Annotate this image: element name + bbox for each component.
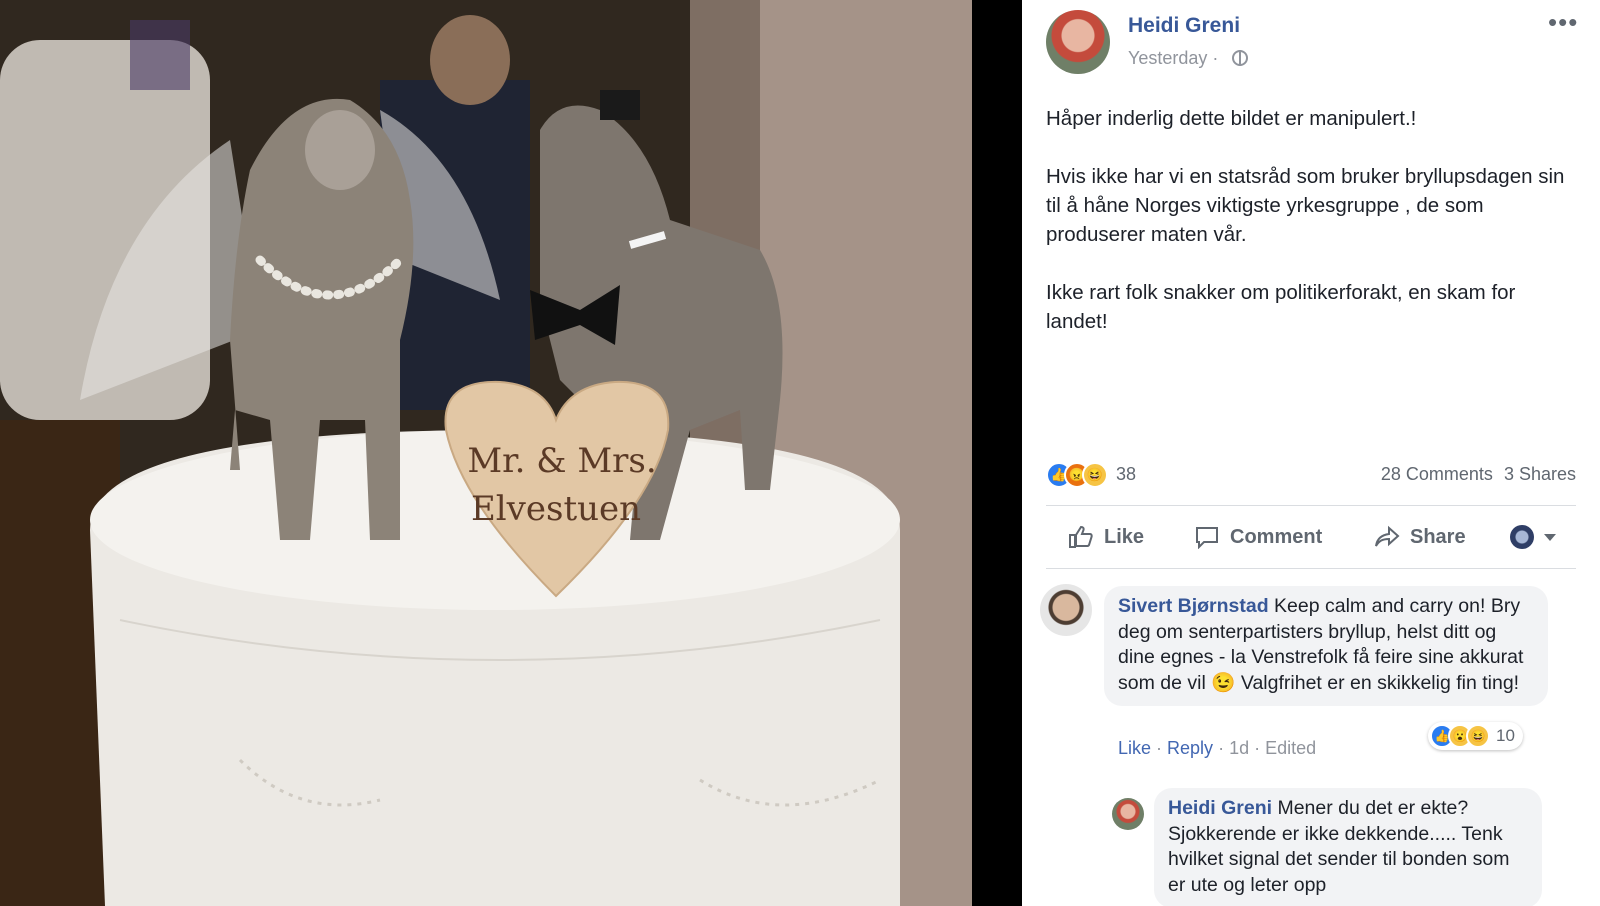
post-panel: Heidi Greni Yesterday · ••• Håper inderl… <box>1022 0 1600 906</box>
comment-meta: Like · Reply · 1d · Edited <box>1118 738 1317 758</box>
audience-selector[interactable] <box>1510 520 1556 554</box>
thumbs-up-icon <box>1069 525 1093 548</box>
reply-author-avatar[interactable] <box>1112 798 1144 830</box>
share-label: Share <box>1410 525 1466 548</box>
comment-age[interactable]: 1d <box>1229 738 1249 758</box>
author-name[interactable]: Heidi Greni <box>1128 14 1240 38</box>
globe-icon <box>1232 50 1248 66</box>
more-options-icon[interactable]: ••• <box>1548 9 1578 35</box>
like-button[interactable]: Like <box>1068 520 1144 554</box>
like-label: Like <box>1104 525 1145 548</box>
share-icon <box>1375 525 1400 547</box>
page-avatar-icon <box>1510 525 1534 549</box>
haha-reaction-icon: 😆 <box>1082 462 1108 488</box>
comment-reaction-count: 10 <box>1496 726 1515 745</box>
topper-line-2: Elvestuen <box>471 489 641 529</box>
post-body: Håper inderlig dette bildet er manipuler… <box>1046 107 1565 333</box>
reply-bubble: Heidi Greni Mener du det er ekte? Sjokke… <box>1154 788 1542 906</box>
comment-like-link[interactable]: Like <box>1118 738 1151 758</box>
comment-button[interactable]: Comment <box>1194 520 1322 554</box>
engagement-counts: 28 Comments 3 Shares <box>1375 464 1576 485</box>
comment-icon <box>1196 527 1218 549</box>
comments-count[interactable]: 28 Comments <box>1381 464 1493 484</box>
post-photo[interactable]: Mr. & Mrs. Elvestuen <box>0 0 972 906</box>
comment-label: Comment <box>1230 525 1323 548</box>
topper-line-1: Mr. & Mrs. <box>467 441 656 481</box>
comment-bubble: Sivert Bjørnstad Keep calm and carry on!… <box>1104 586 1548 706</box>
share-button[interactable]: Share <box>1374 520 1466 554</box>
haha-reaction-icon: 😆 <box>1466 724 1490 748</box>
divider <box>1046 568 1576 569</box>
reaction-count: 38 <box>1116 464 1137 484</box>
comment-edited[interactable]: Edited <box>1265 738 1316 758</box>
reply-author-name[interactable]: Heidi Greni <box>1168 797 1272 819</box>
photo-viewer: Mr. & Mrs. Elvestuen <box>0 0 1022 906</box>
photo-illustration: Mr. & Mrs. Elvestuen <box>0 0 972 906</box>
chevron-down-icon <box>1544 533 1556 541</box>
author-avatar[interactable] <box>1046 10 1110 74</box>
shares-count[interactable]: 3 Shares <box>1504 464 1576 484</box>
comment-reactions[interactable]: 👍 😮 😆 10 <box>1428 722 1523 750</box>
divider <box>1046 505 1576 506</box>
comment-reply-link[interactable]: Reply <box>1167 738 1213 758</box>
commenter-name[interactable]: Sivert Bjørnstad <box>1118 595 1269 617</box>
commenter-avatar[interactable] <box>1040 584 1092 636</box>
post-timestamp[interactable]: Yesterday · <box>1128 48 1218 69</box>
